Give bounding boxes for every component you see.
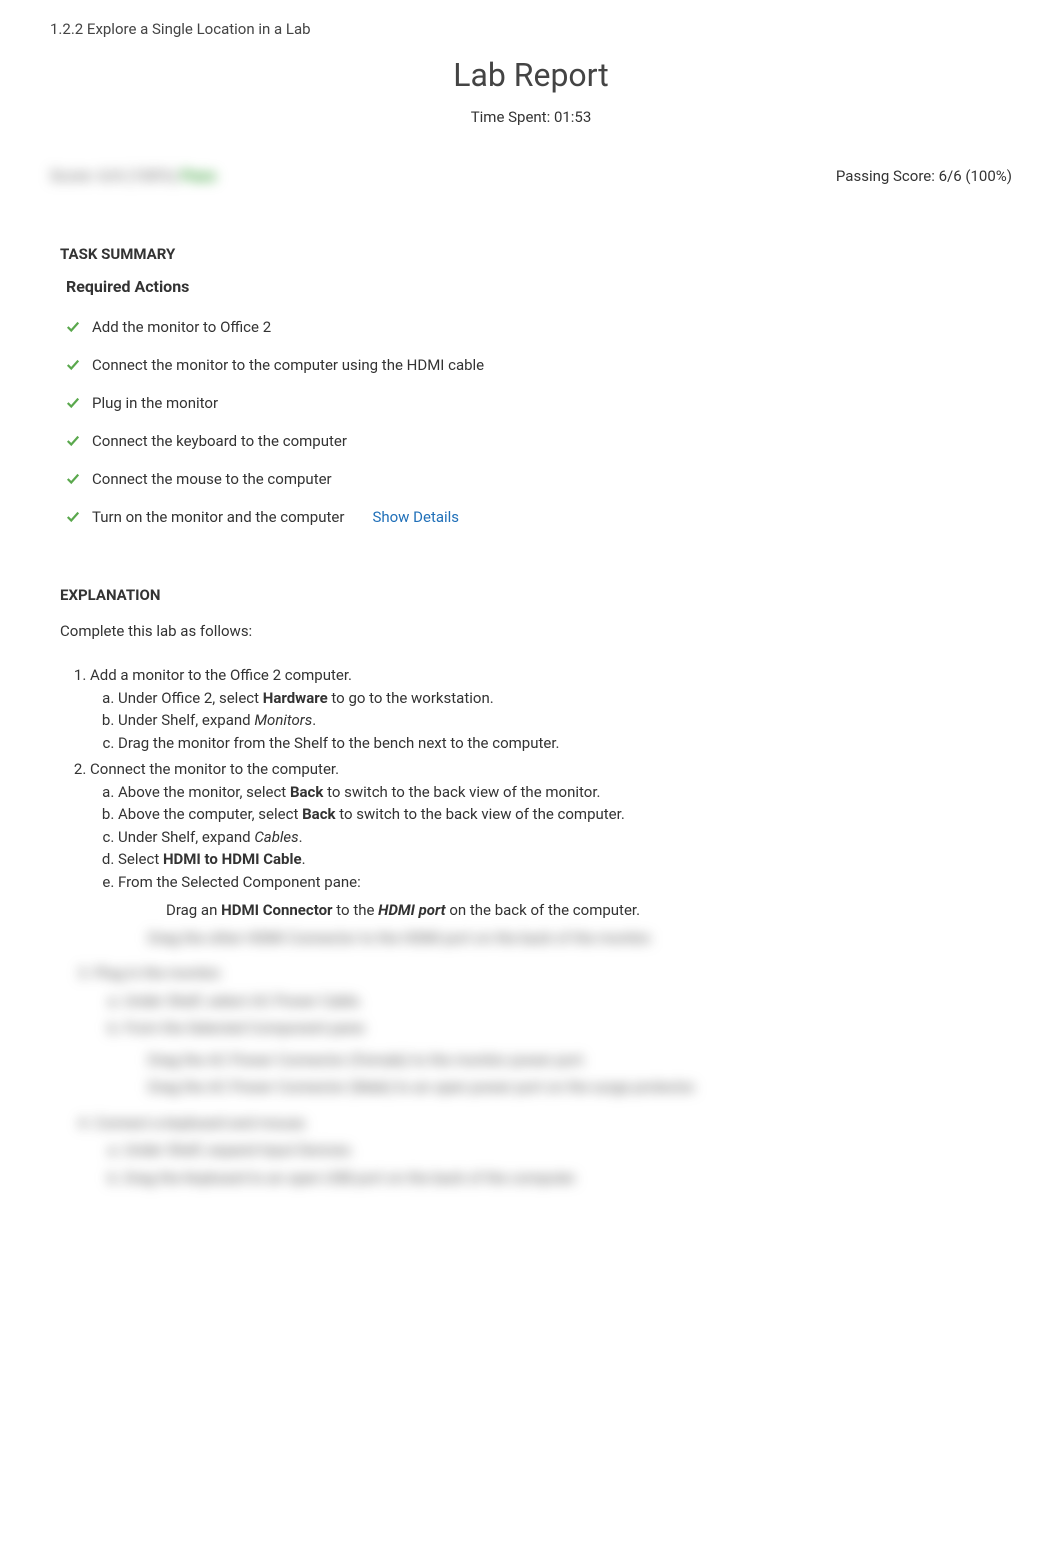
check-icon [66, 357, 82, 373]
explanation-intro: Complete this lab as follows: [40, 622, 1022, 640]
show-details-link[interactable]: Show Details [372, 508, 459, 526]
action-label: Connect the keyboard to the computer [92, 432, 347, 450]
step-2: Connect the monitor to the computer. Abo… [90, 758, 1022, 922]
explanation-body: Add a monitor to the Office 2 computer. … [40, 664, 1022, 922]
action-label: Connect the monitor to the computer usin… [92, 356, 484, 374]
step-2e-sub: Drag an HDMI Connector to the HDMI port … [118, 899, 1022, 922]
check-icon [66, 433, 82, 449]
check-icon [66, 395, 82, 411]
score-row: Score: 6/6 (100%) Pass Passing Score: 6/… [40, 166, 1022, 185]
step-2c: Under Shelf, expand Cables. [118, 826, 1022, 849]
step-2d: Select HDMI to HDMI Cable. [118, 848, 1022, 871]
check-icon [66, 509, 82, 525]
action-item: Plug in the monitor [66, 384, 1022, 422]
action-label: Connect the mouse to the computer [92, 470, 332, 488]
action-item: Add the monitor to Office 2 [66, 308, 1022, 346]
action-item: Turn on the monitor and the computer Sho… [66, 498, 1022, 536]
action-label: Turn on the monitor and the computer [92, 508, 344, 526]
action-item: Connect the mouse to the computer [66, 460, 1022, 498]
explanation-heading: EXPLANATION [40, 586, 1022, 604]
step-1: Add a monitor to the Office 2 computer. … [90, 664, 1022, 754]
step-2b: Above the computer, select Back to switc… [118, 803, 1022, 826]
check-icon [66, 471, 82, 487]
task-summary-heading: TASK SUMMARY [40, 245, 1022, 263]
time-spent: Time Spent: 01:53 [40, 108, 1022, 126]
step-1c: Drag the monitor from the Shelf to the b… [118, 732, 1022, 755]
report-title: Lab Report [40, 56, 1022, 94]
required-actions-heading: Required Actions [40, 277, 1022, 296]
blurred-content: Drag the other HDMI Connector to the HDM… [40, 926, 1022, 1192]
breadcrumb: 1.2.2 Explore a Single Location in a Lab [40, 20, 1022, 38]
step-2a: Above the monitor, select Back to switch… [118, 781, 1022, 804]
action-label: Plug in the monitor [92, 394, 218, 412]
passing-score: Passing Score: 6/6 (100%) [836, 167, 1012, 185]
action-item: Connect the monitor to the computer usin… [66, 346, 1022, 384]
action-item: Connect the keyboard to the computer [66, 422, 1022, 460]
step-2e: From the Selected Component pane: Drag a… [118, 871, 1022, 922]
required-actions-list: Add the monitor to Office 2 Connect the … [40, 308, 1022, 536]
step-1a: Under Office 2, select Hardware to go to… [118, 687, 1022, 710]
check-icon [66, 319, 82, 335]
score-result-blurred: Score: 6/6 (100%) Pass [50, 166, 216, 185]
step-1b: Under Shelf, expand Monitors. [118, 709, 1022, 732]
action-label: Add the monitor to Office 2 [92, 318, 271, 336]
